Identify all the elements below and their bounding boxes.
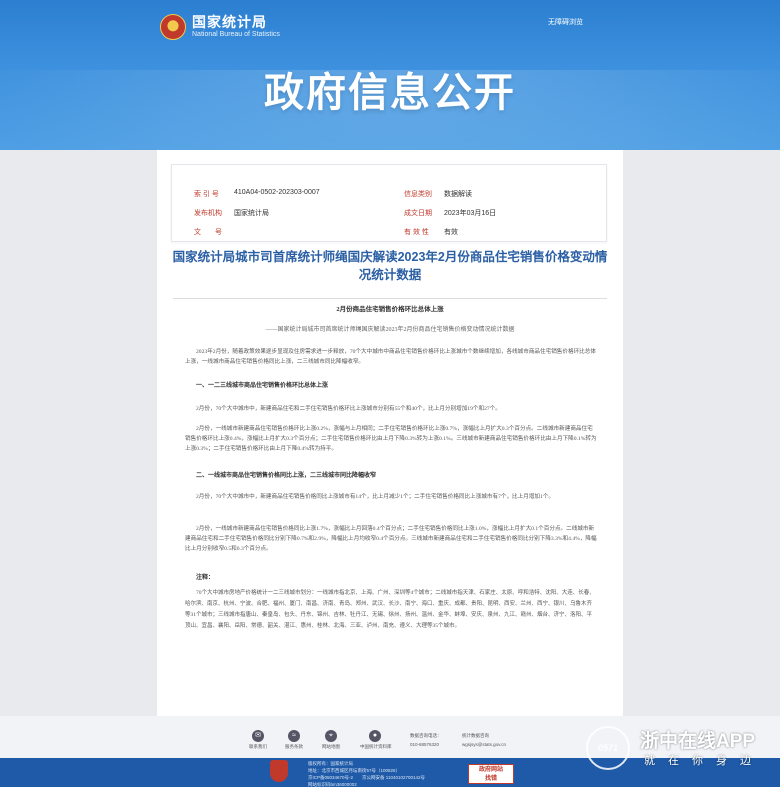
article-paragraph: 2月份，一线城市新建商品住宅销售价格同比上涨1.7%，涨幅比上月回落0.4个百分…	[185, 526, 597, 552]
gov-badge-line1: 政府网站	[478, 767, 503, 773]
statistics-database-link[interactable]: ● 中国统计资料库	[360, 730, 392, 750]
meta-index-value: 410A04-0502-202303-0007	[234, 189, 320, 196]
footer-website-id: 网站标识码bm36000002	[308, 782, 357, 787]
section-heading: 二、一线城市商品住宅销售价格同比上涨，二三线城市同比降幅收窄	[196, 473, 377, 479]
gov-error-report-button[interactable]: 政府网站 找错	[468, 764, 514, 784]
article-byline: ——国家统计局城市司首席统计师绳国庆解读2023年2月份商品住宅销售价格变动情况…	[265, 327, 515, 333]
terms-link[interactable]: ≈ 服务条款	[279, 730, 309, 750]
meta-row: 索 引 号 410A04-0502-202303-0007 信息类别 数据解读	[172, 189, 606, 209]
globe-icon: ●	[369, 730, 381, 742]
service-phone: 数据咨询电话： 010-68576320	[410, 731, 442, 749]
article-paragraph: 2月份，70个大中城市中，新建商品住宅销售价格同比上涨城市有14个，比上月减少1…	[196, 494, 555, 500]
watermark-app-name: 浙中在线APP	[640, 731, 756, 752]
tool-label: 网站地图	[322, 744, 340, 749]
service-phone-label: 数据咨询电话：	[410, 733, 442, 738]
note-text: 70个大中城市房地产价格统计一二三线城市划分：一线城市指北京、上海、广州、深圳等…	[185, 590, 595, 629]
meta-date-label: 成文日期	[404, 210, 432, 217]
logo-title-cn: 国家统计局	[192, 14, 267, 30]
meta-category-value: 数据解读	[444, 191, 472, 198]
service-email: 统计数据咨询 wgsjsys@stats.gov.cn	[462, 731, 506, 749]
article-subtitle: 2月份商品住宅销售价格环比总体上涨	[336, 306, 444, 313]
logo-title-en: National Bureau of Statistics	[192, 31, 280, 38]
contact-us-link[interactable]: ✉ 联系我们	[243, 730, 273, 750]
party-badge-icon[interactable]	[270, 760, 288, 782]
meta-row: 文 号 有 效 性 有效	[172, 227, 606, 247]
title-divider	[173, 298, 607, 299]
site-logo[interactable]: 国家统计局 National Bureau of Statistics	[160, 14, 280, 40]
note-label: 注释：	[196, 575, 215, 581]
meta-validity-value: 有效	[444, 229, 458, 236]
meta-index-label: 索 引 号	[194, 191, 219, 198]
watermark-logo-icon: 0571	[586, 726, 630, 770]
meta-issuer-label: 发布机构	[194, 210, 222, 217]
section-heading: 一、一二三线城市商品住宅销售价格环比总体上涨	[196, 383, 329, 389]
tool-label: 中国统计资料库	[360, 744, 392, 749]
footer-address: 地址：北京市西城区月坛南街57号（100826）	[308, 768, 401, 773]
national-emblem-icon	[160, 14, 186, 40]
meta-category-label: 信息类别	[404, 191, 432, 198]
meta-issuer-value: 国家统计局	[234, 210, 269, 217]
header-banner: 国家统计局 National Bureau of Statistics 无障碍浏…	[0, 0, 780, 150]
service-phone-value: 010-68576320	[410, 742, 440, 747]
tool-label: 联系我们	[249, 744, 267, 749]
article-paragraph: 2023年2月份，随着政策效果逐步显现及住房需求进一步释放，70个大中城市中商品…	[185, 349, 596, 365]
document-metadata-table: 索 引 号 410A04-0502-202303-0007 信息类别 数据解读 …	[171, 164, 607, 242]
service-email-label: 统计数据咨询	[462, 733, 489, 738]
meta-validity-label: 有 效 性	[404, 229, 429, 236]
watermark-slogan: 就在你身边	[644, 755, 764, 767]
meta-row: 发布机构 国家统计局 成文日期 2023年03月16日	[172, 208, 606, 228]
meta-date-value: 2023年03月16日	[444, 210, 497, 217]
app-watermark: 0571 浙中在线APP 就在你身边	[586, 722, 780, 778]
footer-icp[interactable]: 京ICP备05034670号-2 京公网安备 11040102700142号	[308, 774, 425, 781]
sitemap-icon: ⌖	[325, 730, 337, 742]
mail-icon: ✉	[252, 730, 264, 742]
footer-info: 版权所有：国家统计局 地址：北京市西城区月坛南街57号（100826） 京ICP…	[308, 760, 425, 787]
service-email-value[interactable]: wgsjsys@stats.gov.cn	[462, 740, 506, 749]
tool-label: 服务条款	[285, 744, 303, 749]
sitemap-link[interactable]: ⌖ 网站地图	[316, 730, 346, 750]
accessible-browse-link[interactable]: 无障碍浏览	[548, 17, 583, 27]
article-paragraph: 2月份，一线城市新建商品住宅销售价格环比上涨0.2%，涨幅与上月相同；二手住宅销…	[185, 426, 597, 452]
article-title: 国家统计局城市司首席统计师绳国庆解读2023年2月份商品住宅销售价格变动情况统计…	[172, 250, 608, 282]
footer-copyright: 版权所有：国家统计局	[308, 761, 353, 766]
rss-icon: ≈	[288, 730, 300, 742]
meta-docno-label: 文 号	[194, 229, 222, 236]
page-hero-title: 政府信息公开	[264, 71, 516, 115]
article-paragraph: 2月份，70个大中城市中，新建商品住宅和二手住宅销售价格环比上涨城市分别有55个…	[196, 406, 501, 412]
article-card: 索 引 号 410A04-0502-202303-0007 信息类别 数据解读 …	[157, 150, 623, 716]
gov-badge-line2: 找错	[484, 776, 497, 782]
